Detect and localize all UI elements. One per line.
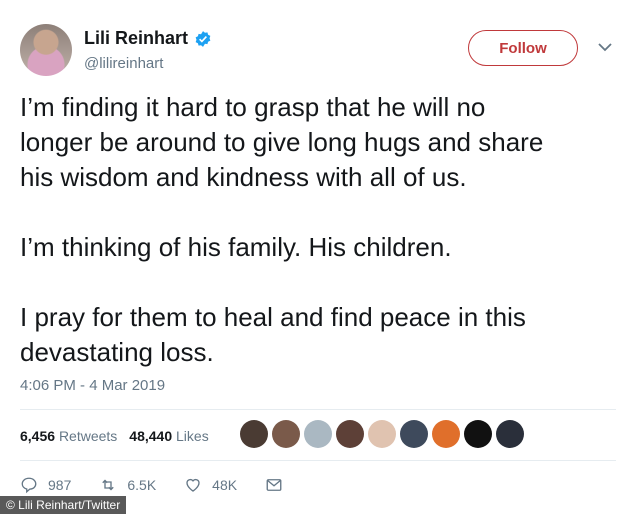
retweet-action[interactable]: 6.5K (99, 476, 156, 494)
liker-avatar[interactable] (368, 420, 396, 448)
tweet-timestamp[interactable]: 4:06 PM - 4 Mar 2019 (20, 377, 165, 394)
liker-avatar[interactable] (400, 420, 428, 448)
liker-avatar[interactable] (336, 420, 364, 448)
liker-avatar[interactable] (432, 420, 460, 448)
liker-avatar[interactable] (496, 420, 524, 448)
display-name[interactable]: Lili Reinhart (84, 28, 188, 49)
divider-top (20, 409, 616, 410)
reply-count: 987 (48, 477, 72, 493)
like-action[interactable]: 48K (184, 476, 237, 494)
engagement-stats: 6,456 Retweets 48,440 Likes (20, 428, 209, 444)
verified-badge-icon (195, 30, 211, 47)
retweets-count: 6,456 (20, 428, 56, 444)
retweet-icon (102, 479, 115, 491)
divider-bottom (20, 460, 616, 461)
avatar[interactable] (20, 24, 72, 76)
user-handle[interactable]: @lilireinhart (84, 55, 163, 72)
like-count: 48K (212, 477, 238, 493)
direct-message-action[interactable] (265, 476, 293, 494)
reply-icon (21, 477, 37, 494)
heart-icon (186, 478, 200, 492)
photo-credit: © Lili Reinhart/Twitter (0, 496, 127, 514)
tweet-header: Lili Reinhart @lilireinhart Follow (20, 22, 620, 78)
envelope-icon (266, 479, 282, 491)
likes-count: 48,440 (129, 428, 173, 444)
reply-action[interactable]: 987 (20, 476, 71, 494)
tweet-actions: 987 6.5K 48K (20, 476, 321, 494)
retweets-label: Retweets (58, 428, 118, 444)
likes-label: Likes (176, 428, 209, 444)
liker-avatar[interactable] (240, 420, 268, 448)
name-row: Lili Reinhart (84, 28, 212, 49)
retweet-count: 6.5K (127, 477, 157, 493)
follow-button[interactable]: Follow (468, 30, 578, 66)
liker-avatar[interactable] (272, 420, 300, 448)
chevron-down-icon[interactable] (598, 42, 612, 52)
retweets-stat[interactable]: 6,456 Retweets (20, 428, 117, 444)
likes-stat[interactable]: 48,440 Likes (129, 428, 208, 444)
liker-avatar[interactable] (464, 420, 492, 448)
liker-avatars (240, 420, 524, 448)
tweet-text: I’m finding it hard to grasp that he wil… (20, 92, 544, 367)
liker-avatar[interactable] (304, 420, 332, 448)
